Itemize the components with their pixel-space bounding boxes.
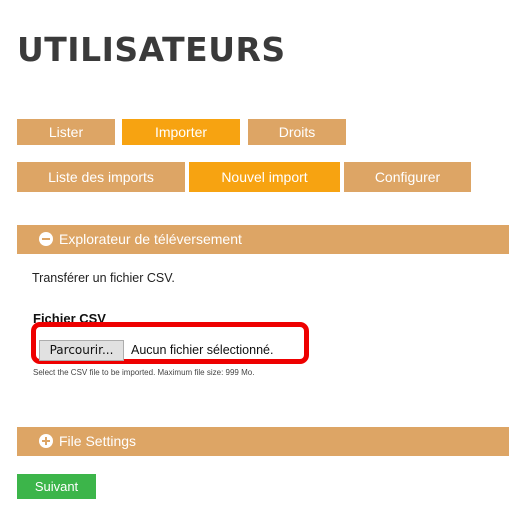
next-button[interactable]: Suivant <box>17 474 96 499</box>
upload-explorer-header[interactable]: Explorateur de téléversement <box>17 225 509 254</box>
file-settings-header[interactable]: File Settings <box>17 427 509 456</box>
browse-button[interactable]: Parcourir... <box>39 340 124 361</box>
tab-importer[interactable]: Importer <box>122 119 240 145</box>
upload-intro-text: Transférer un fichier CSV. <box>32 271 175 285</box>
plus-circle-icon <box>39 434 53 449</box>
no-file-selected-text: Aucun fichier sélectionné. <box>131 343 274 357</box>
tab-droits[interactable]: Droits <box>248 119 346 145</box>
page-title: UTILISATEURS <box>17 30 286 69</box>
subtab-nouvel-import[interactable]: Nouvel import <box>189 162 340 192</box>
content-panel: UTILISATEURS Lister Importer Droits List… <box>0 0 509 515</box>
file-help-text: Select the CSV file to be imported. Maxi… <box>33 368 255 377</box>
tab-lister[interactable]: Lister <box>17 119 115 145</box>
subtab-configurer[interactable]: Configurer <box>344 162 471 192</box>
file-settings-title: File Settings <box>59 433 137 449</box>
upload-explorer-title: Explorateur de téléversement <box>59 231 242 247</box>
minus-circle-icon <box>39 232 53 247</box>
subtab-liste-des-imports[interactable]: Liste des imports <box>17 162 185 192</box>
